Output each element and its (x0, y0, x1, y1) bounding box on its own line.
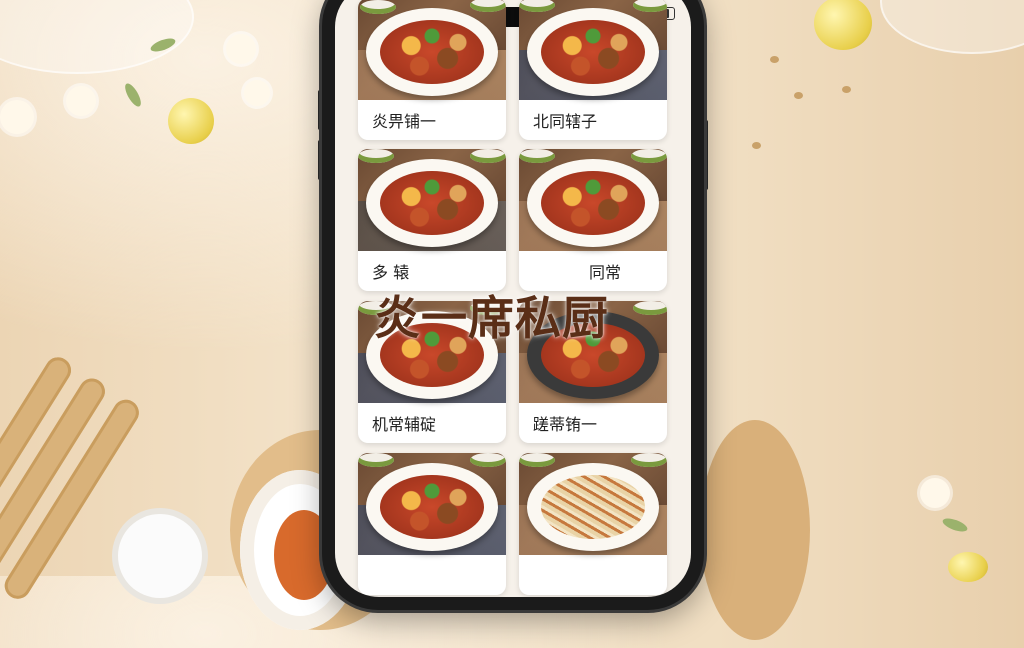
cutting-board-decor (700, 420, 810, 640)
lemon-decor (168, 98, 214, 144)
restaurant-title: 炎一席私厨 (374, 291, 609, 345)
flower-decor (244, 80, 270, 106)
dish-card[interactable] (519, 453, 667, 595)
nut-decor (770, 56, 779, 63)
salt-bowl-decor (118, 514, 202, 598)
dish-name: 机常辅碇 (372, 415, 437, 434)
dish-name: 北同辖子 (533, 112, 598, 131)
glass-bowl-decor (880, 0, 1024, 54)
dish-photo (358, 0, 506, 100)
flower-decor (920, 478, 950, 508)
wooden-spatula-decor (0, 342, 215, 648)
dish-photo (358, 453, 506, 555)
lemon-decor (814, 0, 872, 50)
dish-card[interactable]: 同常 (519, 149, 667, 291)
dish-name: 蹉蒂铕一 (533, 415, 598, 434)
dish-name: 同常 (589, 263, 622, 282)
dish-card[interactable] (358, 453, 506, 595)
flower-decor (66, 86, 96, 116)
flower-decor (226, 34, 256, 64)
nut-decor (794, 92, 803, 99)
dish-name: 多 辕 (372, 263, 410, 282)
flower-decor (0, 100, 34, 134)
dish-photo (519, 149, 667, 251)
leaf-decor (941, 515, 969, 535)
nut-decor (842, 86, 851, 93)
dish-card[interactable]: 多 辕 (358, 149, 506, 291)
nut-decor (752, 142, 761, 149)
dish-photo (358, 149, 506, 251)
dish-name: 炎畀铺一 (372, 112, 437, 131)
dish-photo (519, 0, 667, 100)
lemon-decor (948, 552, 988, 582)
leaf-decor (122, 81, 144, 109)
dish-card[interactable]: 炎畀铺一 (358, 0, 506, 140)
dish-photo (519, 453, 667, 555)
dish-card[interactable]: 北同辖子 (519, 0, 667, 140)
glass-bowl-decor (0, 0, 194, 74)
